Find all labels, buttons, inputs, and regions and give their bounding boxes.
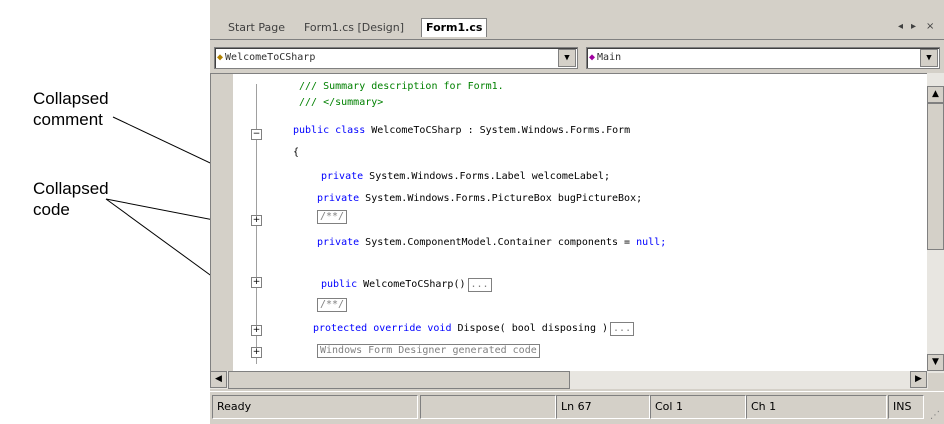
class-selector-value: WelcomeToCSharp bbox=[225, 52, 316, 63]
expand-comment-icon[interactable]: + bbox=[251, 215, 262, 226]
callout-code-line1: Collapsed bbox=[33, 179, 109, 198]
picturebox-field-decl: System.Windows.Forms.PictureBox bugPictu… bbox=[359, 193, 643, 204]
callout-collapsed-code: Collapsed code bbox=[33, 178, 109, 220]
code-line-constructor: public WelcomeToCSharp()... bbox=[321, 278, 492, 292]
ide-window: Start Page Form1.cs [Design] Form1.cs ◂ … bbox=[210, 0, 944, 424]
code-line-summary-end: /// </summary> bbox=[299, 96, 383, 110]
status-line: Ln 67 bbox=[556, 395, 650, 419]
method-icon: ◆ bbox=[589, 52, 596, 63]
components-field-decl: System.ComponentModel.Container componen… bbox=[359, 237, 637, 248]
expand-dispose-icon[interactable]: + bbox=[251, 325, 262, 336]
status-insert-mode: INS bbox=[888, 395, 924, 419]
collapsed-constructor-body[interactable]: ... bbox=[467, 278, 492, 292]
vertical-scrollbar[interactable]: ▲ ▼ bbox=[927, 73, 944, 373]
class-dropdown-arrow-icon[interactable]: ▼ bbox=[558, 49, 576, 67]
code-line-region: Windows Form Designer generated code bbox=[317, 344, 540, 358]
picturebox-field-keyword: private bbox=[317, 193, 360, 204]
status-spacer bbox=[420, 395, 556, 419]
code-line-class-decl: public class WelcomeToCSharp : System.Wi… bbox=[293, 124, 630, 138]
scroll-down-icon[interactable]: ▼ bbox=[927, 354, 944, 371]
callout-collapsed-comment: Collapsed comment bbox=[33, 88, 109, 130]
status-ready: Ready bbox=[212, 395, 418, 419]
editor-gutter bbox=[211, 74, 233, 371]
summary-end-comment: /// </summary> bbox=[299, 97, 384, 108]
constructor-keyword: public bbox=[321, 279, 358, 290]
scroll-up-icon[interactable]: ▲ bbox=[927, 86, 944, 103]
scroll-tabs-left-icon[interactable]: ◂ bbox=[898, 21, 903, 32]
close-icon[interactable]: × bbox=[926, 21, 934, 32]
status-char: Ch 1 bbox=[746, 395, 887, 419]
components-field-keyword: private bbox=[317, 237, 360, 248]
null-keyword: null; bbox=[636, 237, 667, 248]
code-line-collapsed-comment-2: /**/ bbox=[317, 298, 348, 312]
open-brace: { bbox=[293, 147, 300, 158]
class-keyword: public class bbox=[293, 125, 366, 136]
code-line-dispose: protected override void Dispose( bool di… bbox=[313, 322, 635, 336]
class-selector[interactable]: ◆ WelcomeToCSharp ▼ bbox=[214, 47, 578, 69]
code-line-picturebox-field: private System.Windows.Forms.PictureBox … bbox=[317, 192, 642, 206]
class-declaration: WelcomeToCSharp : System.Windows.Forms.F… bbox=[365, 125, 631, 136]
summary-comment: /// Summary description for Form1. bbox=[299, 81, 504, 92]
tab-form-design[interactable]: Form1.cs [Design] bbox=[304, 19, 404, 37]
member-selector[interactable]: ◆ Main ▼ bbox=[586, 47, 940, 69]
callout-comment-line2: comment bbox=[33, 110, 103, 129]
status-bar: Ready Ln 67 Col 1 Ch 1 INS ⋰ bbox=[210, 391, 944, 424]
callout-comment-line1: Collapsed bbox=[33, 89, 109, 108]
collapsed-comment-box[interactable]: /**/ bbox=[317, 210, 348, 224]
document-tab-bar: Start Page Form1.cs [Design] Form1.cs ◂ … bbox=[210, 15, 944, 40]
code-line-components-field: private System.ComponentModel.Container … bbox=[317, 236, 666, 250]
code-line-summary: /// Summary description for Form1. bbox=[299, 80, 504, 94]
code-line-collapsed-comment: /**/ bbox=[317, 210, 348, 224]
vertical-scroll-thumb[interactable] bbox=[927, 103, 944, 250]
dispose-keywords: protected override void bbox=[313, 323, 452, 334]
window-title-strip bbox=[210, 0, 944, 16]
code-line-open-brace: { bbox=[293, 146, 299, 160]
constructor-signature: WelcomeToCSharp() bbox=[357, 279, 466, 290]
callout-code-line2: code bbox=[33, 200, 70, 219]
label-field-decl: System.Windows.Forms.Label welcomeLabel; bbox=[363, 171, 610, 182]
scroll-right-icon[interactable]: ▶ bbox=[910, 371, 927, 388]
member-dropdown-arrow-icon[interactable]: ▼ bbox=[920, 49, 938, 67]
collapsed-comment-box-2[interactable]: /**/ bbox=[317, 298, 348, 312]
code-editor[interactable]: − + + + + /// Summary description for Fo… bbox=[210, 73, 930, 372]
fold-marker-class[interactable]: − bbox=[251, 129, 262, 140]
horizontal-scroll-thumb[interactable] bbox=[228, 371, 570, 389]
member-selector-value: Main bbox=[597, 52, 622, 63]
resize-grip-icon[interactable]: ⋰ bbox=[930, 410, 942, 422]
status-column: Col 1 bbox=[650, 395, 746, 419]
collapsed-dispose-body[interactable]: ... bbox=[610, 322, 635, 336]
tab-start-page[interactable]: Start Page bbox=[228, 19, 285, 37]
code-line-label-field: private System.Windows.Forms.Label welco… bbox=[321, 170, 610, 184]
scroll-left-icon[interactable]: ◀ bbox=[210, 371, 227, 388]
collapsed-region-box[interactable]: Windows Form Designer generated code bbox=[317, 344, 540, 358]
expand-constructor-icon[interactable]: + bbox=[251, 277, 262, 288]
dispose-signature: Dispose( bool disposing ) bbox=[451, 323, 609, 334]
expand-region-icon[interactable]: + bbox=[251, 347, 262, 358]
horizontal-scrollbar[interactable]: ◀ ▶ bbox=[210, 371, 928, 389]
scroll-tabs-right-icon[interactable]: ▸ bbox=[911, 21, 916, 32]
label-field-keyword: private bbox=[321, 171, 364, 182]
class-icon: ◆ bbox=[217, 52, 224, 63]
tab-form-code[interactable]: Form1.cs bbox=[421, 18, 488, 37]
